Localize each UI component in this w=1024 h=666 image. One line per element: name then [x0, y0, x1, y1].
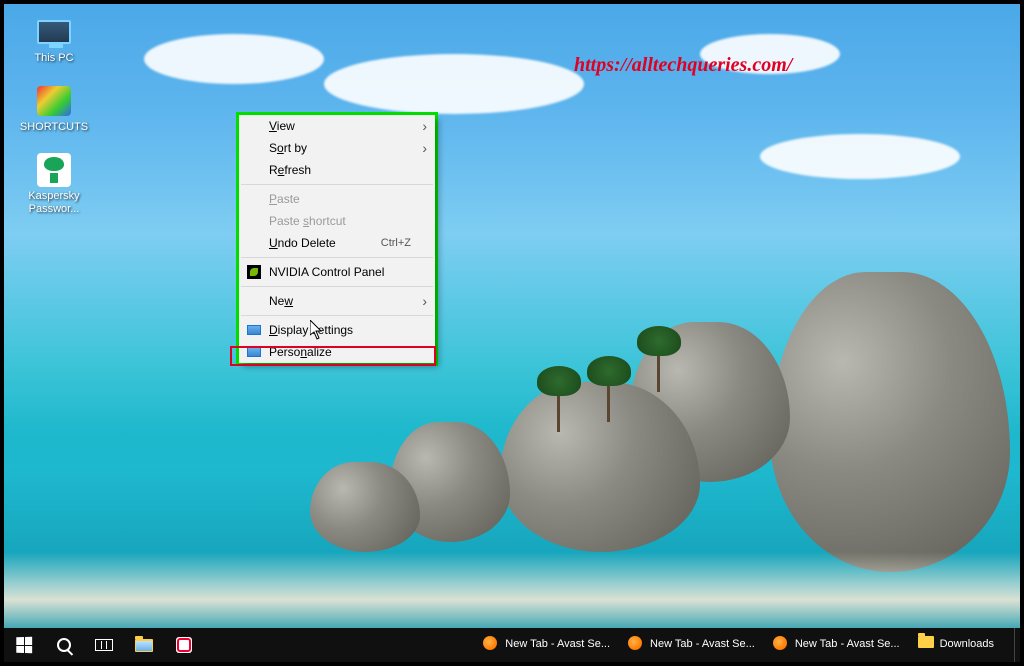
file-explorer-icon — [135, 639, 153, 652]
menu-item-label: Refresh — [269, 163, 311, 177]
menu-item-label: NVIDIA Control Panel — [269, 265, 384, 279]
desktop-icon-label: SHORTCUTS — [16, 121, 92, 134]
desktop-icon-label: Kaspersky Passwor... — [16, 190, 92, 216]
menu-separator — [241, 184, 433, 185]
app-icon — [176, 637, 192, 653]
search-button[interactable] — [44, 628, 84, 662]
taskbar-task-avast1[interactable]: New Tab - Avast Se... — [477, 628, 620, 662]
show-desktop-button[interactable] — [1014, 628, 1020, 662]
taskbar-task-avast3[interactable]: New Tab - Avast Se... — [767, 628, 910, 662]
taskbar-tasks: New Tab - Avast Se... New Tab - Avast Se.… — [477, 628, 1008, 662]
wallpaper-beach — [4, 552, 1020, 632]
desktop[interactable]: https://alltechqueries.com/ This PC SHOR… — [0, 0, 1024, 666]
annotation-green-box: View Sort by Refresh Paste Paste shortcut Und… — [236, 112, 438, 366]
desktop-icon-kaspersky[interactable]: Kaspersky Passwor... — [16, 152, 92, 216]
file-explorer-button[interactable] — [124, 628, 164, 662]
avast-icon — [628, 636, 644, 652]
menu-item-nvidia[interactable]: NVIDIA Control Panel — [239, 261, 435, 283]
menu-item-sort-by[interactable]: Sort by — [239, 137, 435, 159]
menu-item-label: View — [269, 119, 295, 133]
menu-item-view[interactable]: View — [239, 115, 435, 137]
shortcuts-icon — [34, 83, 74, 119]
menu-item-label: Paste — [269, 192, 300, 206]
settings-icon — [246, 322, 262, 338]
desktop-context-menu[interactable]: View Sort by Refresh Paste Paste shortcut Und… — [239, 115, 435, 363]
menu-item-label: New — [269, 294, 293, 308]
taskbar-task-label: New Tab - Avast Se... — [650, 638, 755, 650]
avast-icon — [773, 636, 789, 652]
menu-item-paste: Paste — [239, 188, 435, 210]
start-button[interactable] — [4, 628, 44, 662]
context-menu-wrapper: View Sort by Refresh Paste Paste shortcut Und… — [236, 112, 438, 366]
task-view-button[interactable] — [84, 628, 124, 662]
taskbar-task-label: Downloads — [940, 638, 994, 650]
taskbar-task-avast2[interactable]: New Tab - Avast Se... — [622, 628, 765, 662]
desktop-icon-shortcuts[interactable]: SHORTCUTS — [16, 83, 92, 134]
menu-item-paste-shortcut: Paste shortcut — [239, 210, 435, 232]
avast-icon — [483, 636, 499, 652]
desktop-icons: This PC SHORTCUTS Kaspersky Passwor... — [16, 14, 96, 234]
menu-item-refresh[interactable]: Refresh — [239, 159, 435, 181]
menu-item-display-settings[interactable]: Display settings — [239, 319, 435, 341]
menu-item-undo-delete[interactable]: Undo Delete Ctrl+Z — [239, 232, 435, 254]
menu-item-shortcut: Ctrl+Z — [381, 237, 411, 249]
menu-item-label: Personalize — [269, 345, 332, 359]
cursor-icon — [310, 320, 326, 345]
menu-item-label: Sort by — [269, 141, 307, 155]
taskbar-task-downloads[interactable]: Downloads — [912, 628, 1004, 662]
menu-separator — [241, 286, 433, 287]
task-view-icon — [95, 639, 113, 651]
taskbar-task-label: New Tab - Avast Se... — [505, 638, 610, 650]
taskbar-left — [4, 628, 204, 662]
folder-icon — [918, 636, 934, 652]
desktop-icon-label: This PC — [16, 52, 92, 65]
taskbar-task-label: New Tab - Avast Se... — [795, 638, 900, 650]
this-pc-icon — [34, 14, 74, 50]
kaspersky-icon — [34, 152, 74, 188]
taskbar: New Tab - Avast Se... New Tab - Avast Se.… — [4, 628, 1020, 662]
menu-item-label: Paste shortcut — [269, 214, 346, 228]
menu-separator — [241, 315, 433, 316]
menu-item-personalize[interactable]: Personalize — [239, 341, 435, 363]
menu-item-label: Undo Delete — [269, 236, 336, 250]
watermark-url: https://alltechqueries.com/ — [574, 54, 792, 77]
windows-logo-icon — [16, 637, 32, 653]
pinned-app-button[interactable] — [164, 628, 204, 662]
search-icon — [57, 638, 71, 652]
settings-icon — [246, 344, 262, 360]
menu-item-new[interactable]: New — [239, 290, 435, 312]
desktop-icon-this-pc[interactable]: This PC — [16, 14, 92, 65]
menu-separator — [241, 257, 433, 258]
nvidia-icon — [246, 264, 262, 280]
